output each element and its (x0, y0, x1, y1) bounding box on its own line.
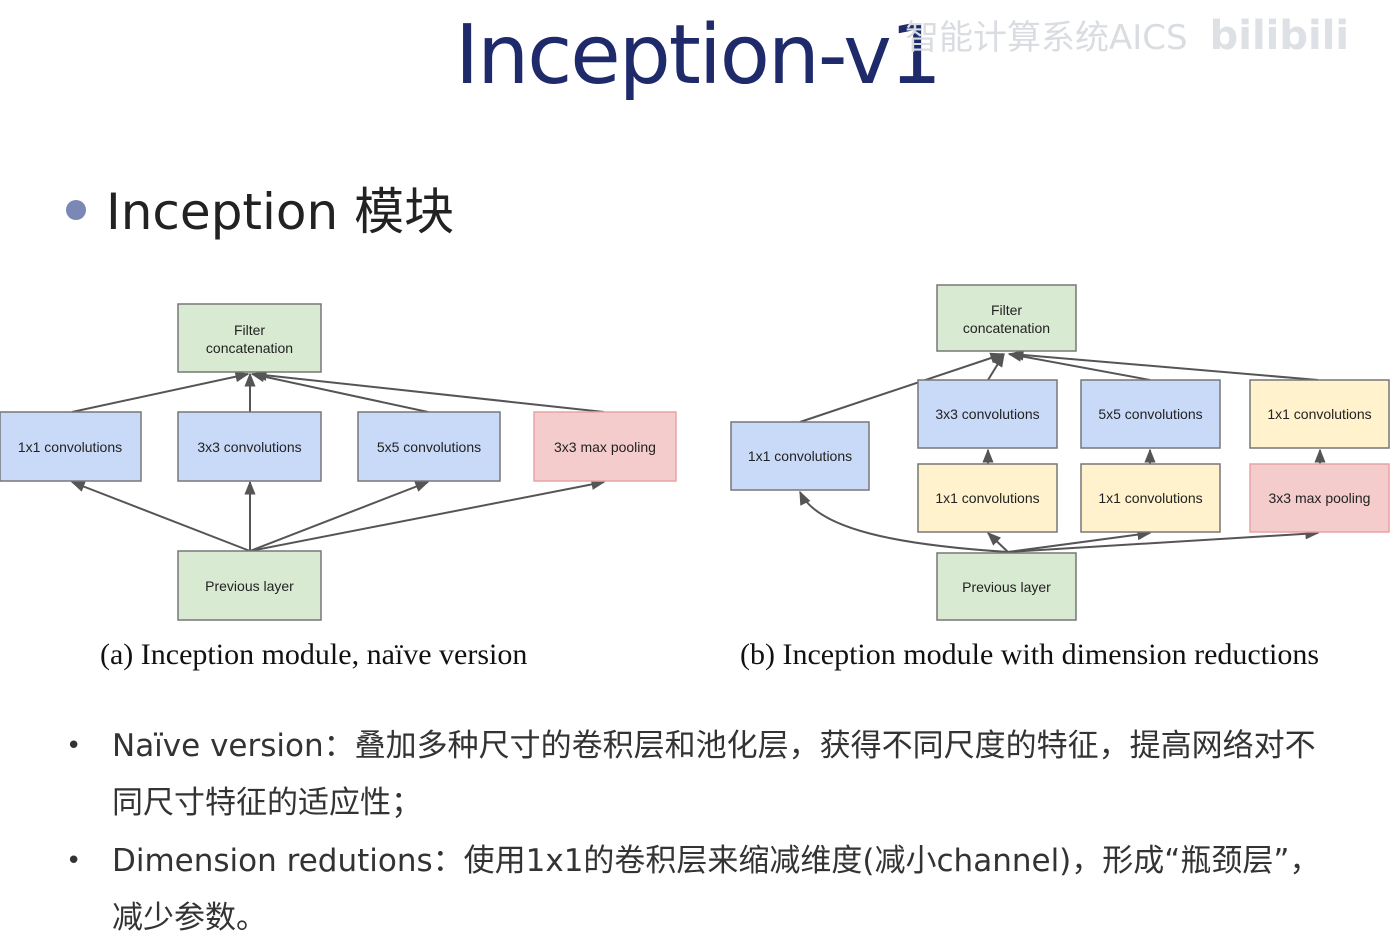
bullet-naive-text: Naïve version：叠加多种尺寸的卷积层和池化层，获得不同尺度的特征，提… (112, 728, 1316, 821)
a-previous-layer-label: Previous layer (205, 578, 294, 594)
caption-a: (a) Inception module, naïve version (100, 638, 528, 671)
bullet-dimension: • Dimension redutions：使用1x1的卷积层来缩减维度(减小c… (66, 833, 1346, 947)
bullet-naive: • Naïve version：叠加多种尺寸的卷积层和池化层，获得不同尺度的特征… (66, 718, 1346, 832)
a-1x1-conv-label: 1x1 convolutions (18, 439, 122, 455)
diagram-a (70, 369, 606, 552)
bullet-dimension-text: Dimension redutions：使用1x1的卷积层来缩减维度(减小cha… (112, 843, 1321, 936)
diagram-b-nodes: Filter concatenation 1x1 convolutions 3x… (730, 284, 1390, 621)
b-previous-layer-label: Previous layer (962, 579, 1051, 595)
caption-b: (b) Inception module with dimension redu… (740, 638, 1320, 671)
diagram-b (799, 349, 1326, 553)
b-reduce-3x3-label: 1x1 convolutions (935, 490, 1039, 506)
b-1x1-conv-label: 1x1 convolutions (748, 448, 852, 464)
a-5x5-conv-label: 5x5 convolutions (377, 439, 481, 455)
a-max-pool-label: 3x3 max pooling (554, 439, 656, 455)
bullet-mark-icon: • (66, 731, 82, 761)
b-reduce-5x5-label: 1x1 convolutions (1098, 490, 1202, 506)
b-filter-concat-box (936, 284, 1077, 352)
bullet-mark-icon: • (66, 846, 82, 876)
b-3x3-conv-label: 3x3 convolutions (935, 406, 1039, 422)
b-5x5-conv-label: 5x5 convolutions (1098, 406, 1202, 422)
a-filter-concat-box (177, 303, 322, 373)
b-filter-concat-line2: concatenation (963, 320, 1050, 336)
inception-diagrams: Filter concatenation 1x1 convolutions 3x… (0, 284, 1390, 621)
b-filter-concat-line1: Filter (991, 302, 1022, 318)
b-pool-proj-label: 1x1 convolutions (1267, 406, 1371, 422)
a-3x3-conv-label: 3x3 convolutions (197, 439, 301, 455)
diagram-a-nodes: Filter concatenation 1x1 convolutions 3x… (0, 303, 677, 621)
a-filter-concat-line2: concatenation (206, 340, 293, 356)
b-max-pool-label: 3x3 max pooling (1269, 490, 1371, 506)
a-filter-concat-line1: Filter (234, 322, 265, 338)
